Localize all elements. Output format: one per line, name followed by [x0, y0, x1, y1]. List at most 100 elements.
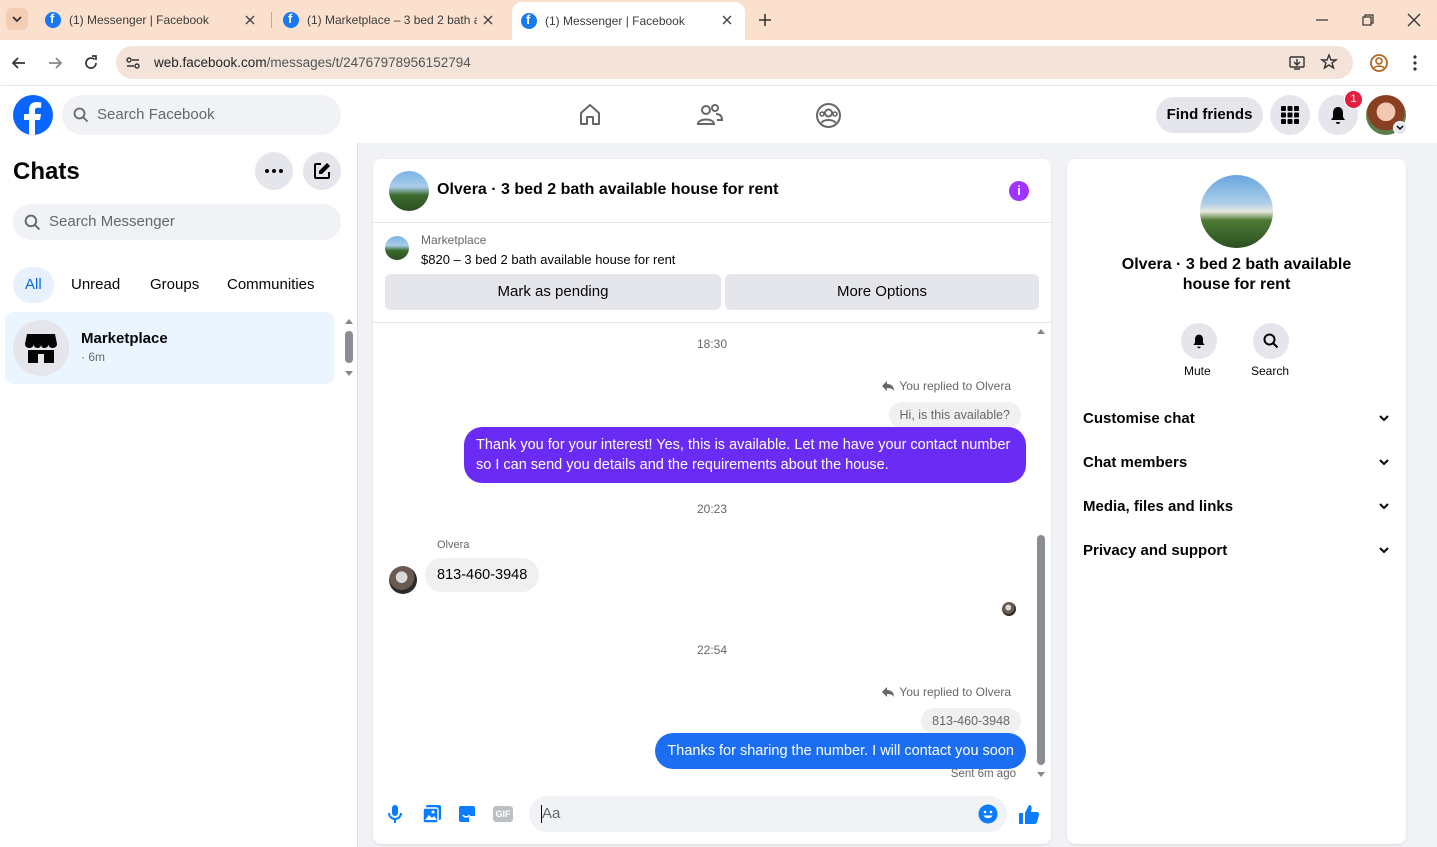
- groups-nav-icon[interactable]: [815, 102, 842, 129]
- chat-item-name: Marketplace: [81, 330, 168, 347]
- mark-as-pending-button[interactable]: Mark as pending: [385, 274, 721, 310]
- sidebar-scrollbar-down-icon[interactable]: [344, 370, 354, 378]
- forward-icon[interactable]: [46, 54, 64, 72]
- incoming-message-bubble[interactable]: 813-460-3948: [425, 558, 540, 592]
- find-friends-button[interactable]: Find friends: [1156, 97, 1263, 133]
- filter-all[interactable]: All: [13, 267, 54, 303]
- notification-count-badge: 1: [1344, 90, 1363, 109]
- row-label: Privacy and support: [1083, 542, 1228, 559]
- search-in-conversation-button[interactable]: [1253, 323, 1289, 359]
- mute-label: Mute: [1184, 364, 1211, 378]
- browser-tab-strip: (1) Messenger | Facebook (1) Marketplace…: [0, 0, 1437, 40]
- conversation-avatar[interactable]: [389, 171, 429, 211]
- browser-tab-1[interactable]: (1) Messenger | Facebook: [36, 0, 268, 40]
- find-friends-label: Find friends: [1166, 106, 1253, 123]
- info-name: Olvera · 3 bed 2 bath available house fo…: [1121, 256, 1352, 293]
- install-app-icon[interactable]: [1288, 54, 1306, 72]
- search-icon: [73, 107, 89, 123]
- filter-unread[interactable]: Unread: [59, 267, 132, 303]
- grid-menu-icon: [1281, 106, 1299, 124]
- quoted-message[interactable]: Hi, is this available?: [888, 402, 1021, 428]
- messenger-search-input[interactable]: Search Messenger: [13, 204, 341, 240]
- customise-chat-row[interactable]: Customise chat: [1083, 399, 1392, 439]
- info-avatar[interactable]: [1200, 175, 1273, 248]
- browser-tab-2[interactable]: (1) Marketplace – 3 bed 2 bath a: [274, 0, 506, 40]
- facebook-search-input[interactable]: Search Facebook: [62, 95, 341, 135]
- more-options-button[interactable]: More Options: [725, 274, 1039, 310]
- thread-scrollbar-thumb[interactable]: [1037, 535, 1045, 765]
- sender-avatar[interactable]: [389, 566, 417, 594]
- conversation-info-icon[interactable]: i: [1009, 181, 1029, 201]
- facebook-search-placeholder: Search Facebook: [97, 106, 215, 123]
- messenger-search-placeholder: Search Messenger: [49, 213, 175, 230]
- filter-communities[interactable]: Communities: [215, 267, 327, 303]
- back-icon[interactable]: [10, 54, 28, 72]
- row-label: Media, files and links: [1083, 498, 1234, 515]
- account-chevron-icon[interactable]: [1393, 121, 1407, 135]
- conversation-header: Olvera · 3 bed 2 bath available house fo…: [373, 159, 1051, 223]
- reply-note-text: You replied to Olvera: [899, 685, 1011, 699]
- reply-note-text: You replied to Olvera: [899, 379, 1011, 393]
- chevron-down-icon: [1379, 547, 1389, 554]
- chat-list-item-marketplace[interactable]: Marketplace · 6m: [5, 312, 334, 384]
- thread-scrollbar-down-icon[interactable]: [1036, 771, 1046, 779]
- reload-icon[interactable]: [82, 54, 100, 72]
- outgoing-message-bubble[interactable]: Thank you for your interest! Yes, this i…: [464, 427, 1026, 483]
- new-tab-icon[interactable]: [756, 11, 774, 29]
- chevron-down-icon: [1379, 415, 1389, 422]
- menu-grid-button[interactable]: [1270, 95, 1310, 135]
- browser-menu-icon[interactable]: [1412, 54, 1418, 72]
- chevron-down-icon: [1379, 459, 1389, 466]
- sticker-icon[interactable]: [457, 804, 477, 824]
- mute-button[interactable]: [1181, 323, 1217, 359]
- conversation-title[interactable]: Olvera · 3 bed 2 bath available house fo…: [437, 181, 778, 199]
- profile-account-icon[interactable]: [1369, 53, 1389, 73]
- friends-nav-icon[interactable]: [696, 102, 724, 128]
- listing-thumbnail[interactable]: [385, 236, 409, 260]
- privacy-support-row[interactable]: Privacy and support: [1083, 531, 1392, 571]
- close-window-icon[interactable]: [1406, 12, 1422, 28]
- new-message-button[interactable]: [303, 152, 341, 190]
- more-dots-icon: [265, 169, 283, 173]
- minimize-window-icon[interactable]: [1314, 12, 1330, 28]
- restore-window-icon[interactable]: [1360, 12, 1376, 28]
- like-thumbs-up-icon[interactable]: [1018, 803, 1040, 825]
- url-path: /messages/t/24767978956152794: [266, 55, 471, 70]
- search-icon: [24, 214, 41, 231]
- site-info-icon[interactable]: [124, 54, 142, 72]
- voice-clip-icon[interactable]: [387, 804, 403, 824]
- shop-icon: [25, 334, 57, 363]
- gif-icon[interactable]: GIF: [493, 806, 513, 822]
- thread-scrollbar-up-icon[interactable]: [1036, 327, 1046, 335]
- search-label: Search: [1251, 364, 1290, 378]
- close-tab-icon[interactable]: [719, 12, 735, 28]
- bell-icon: [1193, 334, 1205, 349]
- chat-options-button[interactable]: [255, 152, 293, 190]
- sidebar-scrollbar-thumb[interactable]: [345, 331, 353, 363]
- close-tab-icon[interactable]: [480, 12, 496, 28]
- sidebar-scrollbar-up-icon[interactable]: [344, 317, 354, 325]
- timestamp-divider: 22:54: [696, 643, 728, 657]
- attach-photo-icon[interactable]: [422, 804, 442, 824]
- listing-title[interactable]: $820 – 3 bed 2 bath available house for …: [421, 252, 675, 267]
- message-input[interactable]: Aa: [529, 796, 1007, 832]
- facebook-logo-icon[interactable]: [13, 95, 53, 135]
- bookmark-star-icon[interactable]: [1320, 53, 1338, 71]
- facebook-header: Search Facebook Find friends 1: [0, 87, 1437, 143]
- home-nav-icon[interactable]: [577, 102, 603, 128]
- quoted-message[interactable]: 813-460-3948: [921, 708, 1021, 734]
- browser-toolbar: web.facebook.com/messages/t/247679789561…: [0, 40, 1437, 86]
- tab-search-dropdown-icon[interactable]: [6, 8, 28, 30]
- address-bar[interactable]: web.facebook.com/messages/t/247679789561…: [116, 46, 1353, 79]
- timestamp-divider: 20:23: [696, 502, 728, 516]
- chat-members-row[interactable]: Chat members: [1083, 443, 1392, 483]
- outgoing-message-bubble[interactable]: Thanks for sharing the number. I will co…: [655, 733, 1026, 769]
- filter-groups[interactable]: Groups: [138, 267, 211, 303]
- tab-title: (1) Messenger | Facebook: [69, 13, 209, 27]
- browser-tab-3-active[interactable]: (1) Messenger | Facebook: [512, 2, 745, 40]
- row-label: Customise chat: [1083, 410, 1195, 427]
- media-files-links-row[interactable]: Media, files and links: [1083, 487, 1392, 527]
- emoji-icon[interactable]: [978, 804, 998, 824]
- close-tab-icon[interactable]: [242, 12, 258, 28]
- notification-count: 1: [1350, 93, 1357, 105]
